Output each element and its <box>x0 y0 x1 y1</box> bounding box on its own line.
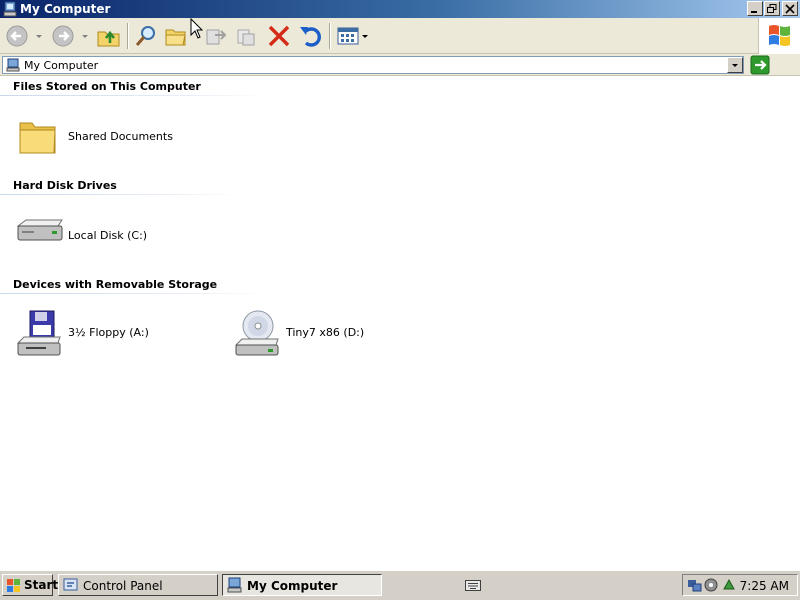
list-item-floppy-drive[interactable]: 3½ Floppy (A:) <box>16 309 196 357</box>
item-label: 3½ Floppy (A:) <box>68 326 149 339</box>
group-divider <box>0 293 270 294</box>
mouse-cursor-icon <box>190 18 204 39</box>
control-panel-icon <box>63 578 78 591</box>
up-button[interactable] <box>96 21 122 51</box>
views-icon <box>337 27 368 45</box>
delete-x-icon <box>268 25 290 47</box>
group-title: Devices with Removable Storage <box>13 278 218 291</box>
item-label: Local Disk (C:) <box>68 229 148 242</box>
address-field[interactable]: My Computer <box>2 56 744 74</box>
my-computer-icon <box>6 58 20 72</box>
item-label: Shared Documents <box>68 130 173 143</box>
search-button[interactable] <box>133 21 159 51</box>
task-my-computer[interactable]: My Computer <box>222 574 382 596</box>
folder-up-icon <box>97 30 120 47</box>
title-bar[interactable]: My Computer <box>0 0 800 18</box>
back-button[interactable] <box>4 21 44 51</box>
close-icon <box>785 4 795 14</box>
minimize-button[interactable] <box>747 1 763 16</box>
cd-drive-icon <box>234 310 279 356</box>
my-computer-icon <box>3 1 17 17</box>
floppy-drive-icon <box>16 310 61 356</box>
group-divider <box>0 95 270 96</box>
taskbar: Start Control Panel My Computer 7:25 AM <box>0 570 800 600</box>
folders-icon <box>165 29 186 46</box>
task-label: My Computer <box>247 579 338 593</box>
folder-icon <box>19 122 56 154</box>
back-arrow-icon <box>6 25 42 47</box>
hard-disk-icon <box>16 219 63 241</box>
toolbar-separator <box>127 23 129 49</box>
list-item-cd-drive[interactable]: Tiny7 x86 (D:) <box>234 309 414 357</box>
copy-to-button[interactable] <box>234 21 260 51</box>
folders-button[interactable] <box>163 21 189 51</box>
task-control-panel[interactable]: Control Panel <box>58 574 218 596</box>
restore-button[interactable] <box>764 1 780 16</box>
undo-button[interactable] <box>298 21 324 51</box>
keyboard-icon[interactable] <box>465 578 481 592</box>
minimize-icon <box>751 11 757 13</box>
my-computer-icon <box>227 577 242 593</box>
update-icon[interactable] <box>721 577 737 593</box>
window-title: My Computer <box>20 2 111 16</box>
start-button[interactable]: Start <box>2 574 58 596</box>
list-item-shared-documents[interactable]: Shared Documents <box>16 113 196 161</box>
clock: 7:25 AM <box>739 579 789 593</box>
restore-icon <box>767 4 777 13</box>
windows-flag-icon <box>769 25 790 46</box>
forward-arrow-icon <box>52 25 88 47</box>
copy-to-icon <box>237 29 255 46</box>
security-shield-icon[interactable] <box>703 577 719 593</box>
file-view[interactable]: Files Stored on This Computer Shared Doc… <box>0 77 800 570</box>
move-to-icon <box>206 29 227 45</box>
delete-button[interactable] <box>266 21 292 51</box>
task-label: Control Panel <box>83 579 163 593</box>
forward-button[interactable] <box>50 21 90 51</box>
toolbar <box>0 18 800 54</box>
windows-flag-icon <box>7 579 20 592</box>
group-title: Hard Disk Drives <box>13 179 117 192</box>
address-bar: My Computer <box>0 54 800 76</box>
group-divider <box>0 194 240 195</box>
item-label: Tiny7 x86 (D:) <box>286 326 365 339</box>
system-tray: 7:25 AM <box>682 574 798 596</box>
chevron-down-icon <box>732 64 738 67</box>
views-button[interactable] <box>336 21 370 51</box>
undo-icon <box>300 27 321 47</box>
move-to-button[interactable] <box>203 21 229 51</box>
start-label: Start <box>24 578 59 592</box>
address-dropdown-button[interactable] <box>727 57 743 73</box>
go-arrow-icon[interactable] <box>750 55 770 75</box>
list-item-local-disk[interactable]: Local Disk (C:) <box>16 212 196 260</box>
windows-logo-box <box>758 18 800 54</box>
close-button[interactable] <box>782 1 798 16</box>
toolbar-separator <box>329 23 331 49</box>
network-icon[interactable] <box>687 577 703 593</box>
group-title: Files Stored on This Computer <box>13 80 201 93</box>
search-icon <box>135 26 155 46</box>
address-text: My Computer <box>24 59 99 72</box>
